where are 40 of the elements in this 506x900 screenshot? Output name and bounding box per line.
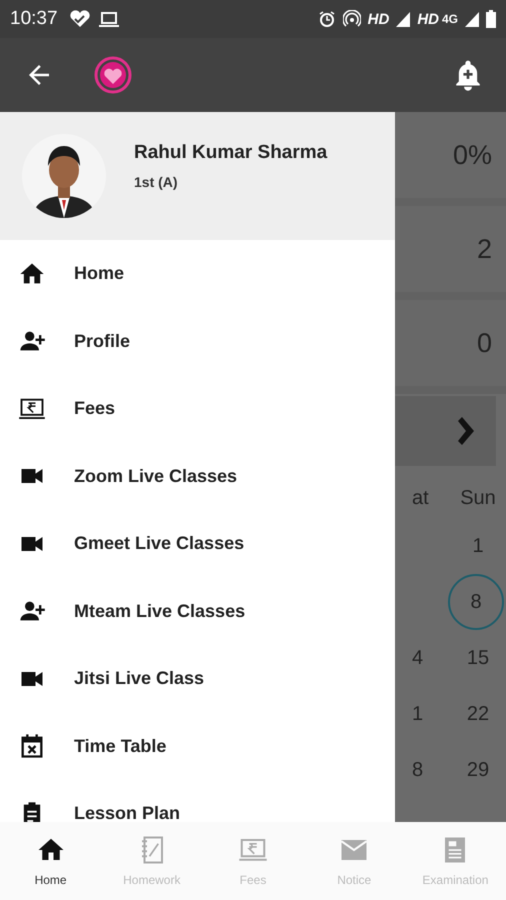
menu-item[interactable]: Home <box>0 240 395 308</box>
network-label: 4G <box>442 12 458 26</box>
signal-icon <box>396 11 410 27</box>
clock-time: 10:37 <box>10 8 58 30</box>
date-cell[interactable]: 8 <box>412 758 450 782</box>
alarm-icon <box>318 10 336 28</box>
heart-check-icon <box>68 10 91 28</box>
nav-tab[interactable]: Homework <box>101 822 202 900</box>
date-cell[interactable]: 4 <box>412 646 450 670</box>
stat-value: 0 <box>476 328 492 358</box>
nav-tab[interactable]: Examination <box>404 822 506 900</box>
date-cell[interactable]: 29 <box>450 758 506 782</box>
date-cell[interactable]: 15 <box>450 646 506 670</box>
laptop-icon <box>98 10 120 28</box>
stat-value: 0% <box>452 140 492 170</box>
class-label: 1st (A) <box>134 174 179 190</box>
menu-item[interactable]: Profile <box>0 308 395 375</box>
battery-icon <box>486 10 496 28</box>
network-label: HD <box>368 10 390 28</box>
logo-icon <box>94 56 132 94</box>
signal-icon <box>465 11 479 27</box>
stat-value: 2 <box>476 234 492 264</box>
menu-item[interactable]: Mteam Live Classes <box>0 578 395 645</box>
date-cell[interactable]: 1 <box>412 702 450 726</box>
nav-tab[interactable]: Fees <box>202 822 304 900</box>
menu-item[interactable]: Jitsi Live Class <box>0 645 395 712</box>
weekday-label: at <box>412 486 430 510</box>
menu-item[interactable]: Time Table <box>0 712 395 780</box>
network-label: HD <box>417 10 439 28</box>
user-name: Rahul Kumar Sharma <box>134 142 328 164</box>
nav-tab[interactable]: Notice <box>304 822 405 900</box>
nav-tab[interactable]: Home <box>0 822 102 900</box>
weekday-label: Sun <box>459 486 497 510</box>
date-cell[interactable]: 22 <box>450 702 506 726</box>
menu-item[interactable]: Gmeet Live Classes <box>0 510 395 578</box>
menu-item[interactable]: Fees <box>0 375 395 442</box>
menu-item[interactable]: Zoom Live Classes <box>0 442 395 510</box>
hotspot-icon <box>342 10 361 28</box>
date-cell[interactable]: 1 <box>450 534 506 558</box>
date-cell[interactable]: 8 <box>448 574 504 630</box>
